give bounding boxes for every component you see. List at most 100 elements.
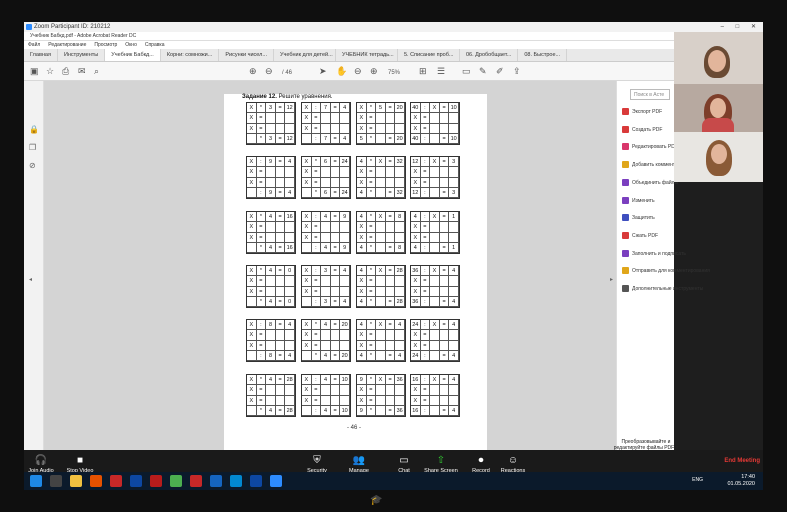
equation-cell[interactable]: 4 xyxy=(321,350,331,361)
equation-cell[interactable]: 4 xyxy=(449,350,459,361)
sign-icon[interactable]: ✐ xyxy=(496,66,504,76)
stop-video-button[interactable]: ■ Stop Video xyxy=(55,454,105,474)
equation-cell[interactable]: 4 xyxy=(266,242,276,253)
equation-cell[interactable]: 12 xyxy=(285,133,295,144)
equation-cell[interactable] xyxy=(275,340,286,351)
equation-cell[interactable]: 9 xyxy=(340,242,350,253)
equation-cell[interactable]: = xyxy=(420,222,431,233)
equation-cell[interactable] xyxy=(439,177,450,188)
equation-cell[interactable]: = xyxy=(275,103,286,114)
equation-cell[interactable]: = xyxy=(385,350,396,361)
equation-cell[interactable]: * xyxy=(256,133,267,144)
equation-cell[interactable]: 5 xyxy=(357,133,367,144)
equation-cell[interactable]: = xyxy=(420,276,431,287)
equation-cell[interactable]: : xyxy=(420,242,431,253)
equation-cell[interactable]: 20 xyxy=(395,133,405,144)
equation-cell[interactable] xyxy=(385,340,396,351)
equation-cell[interactable]: = xyxy=(420,330,431,341)
equation-cell[interactable]: = xyxy=(256,232,267,243)
equation-cell[interactable]: = xyxy=(439,103,450,114)
equation-cell[interactable]: 4 xyxy=(266,212,276,223)
equation-cell[interactable]: X xyxy=(411,276,421,287)
equation-cell[interactable]: X xyxy=(430,320,440,331)
equation-cell[interactable]: = xyxy=(366,385,377,396)
equation-cell[interactable]: 4 xyxy=(340,103,350,114)
equation-cell[interactable]: = xyxy=(275,133,286,144)
scroll-icon[interactable]: ☰ xyxy=(437,66,445,76)
equation-cell[interactable]: = xyxy=(311,177,322,188)
equation-cell[interactable]: = xyxy=(256,222,267,233)
equation-cell[interactable]: = xyxy=(366,276,377,287)
equation-cell[interactable]: * xyxy=(366,103,377,114)
equation-cell[interactable] xyxy=(449,232,459,243)
equation-cell[interactable] xyxy=(340,232,350,243)
equation-cell[interactable]: = xyxy=(366,222,377,233)
taskbar-app-icon[interactable] xyxy=(170,475,182,487)
equation-cell[interactable] xyxy=(430,187,440,198)
equation-cell[interactable]: * xyxy=(256,212,267,223)
equation-cell[interactable]: X xyxy=(411,167,421,178)
equation-cell[interactable] xyxy=(330,286,341,297)
equation-cell[interactable]: X xyxy=(247,157,257,168)
equation-cell[interactable] xyxy=(330,113,341,124)
equation-cell[interactable]: = xyxy=(256,123,267,134)
equation-cell[interactable]: = xyxy=(439,296,450,307)
equation-cell[interactable] xyxy=(266,330,276,341)
equation-cell[interactable] xyxy=(449,113,459,124)
equation-cell[interactable]: 4 xyxy=(285,187,295,198)
equation-cell[interactable]: = xyxy=(256,395,267,406)
equation-cell[interactable] xyxy=(385,286,396,297)
equation-cell[interactable]: = xyxy=(256,276,267,287)
equation-cell[interactable] xyxy=(449,286,459,297)
equation-cell[interactable]: 8 xyxy=(266,350,276,361)
equation-cell[interactable]: X xyxy=(411,113,421,124)
equation-cell[interactable]: = xyxy=(311,113,322,124)
tab-4[interactable]: Рисунки чисел... xyxy=(219,49,274,61)
equation-cell[interactable]: 3 xyxy=(321,296,331,307)
menu-item[interactable]: Просмотр xyxy=(94,42,117,48)
equation-cell[interactable]: 28 xyxy=(395,266,405,277)
equation-cell[interactable]: = xyxy=(420,167,431,178)
reactions-button[interactable]: ☺ Reactions xyxy=(488,454,538,474)
equation-cell[interactable]: X xyxy=(302,177,312,188)
equation-cell[interactable] xyxy=(439,167,450,178)
equation-cell[interactable]: X xyxy=(357,330,367,341)
equation-cell[interactable] xyxy=(376,286,386,297)
star-icon[interactable]: ☆ xyxy=(46,66,54,76)
equation-cell[interactable]: 20 xyxy=(340,320,350,331)
equation-cell[interactable]: = xyxy=(439,187,450,198)
equation-cell[interactable] xyxy=(285,286,295,297)
equation-cell[interactable]: 4 xyxy=(449,296,459,307)
equation-cell[interactable]: 4 xyxy=(266,375,276,386)
equation-cell[interactable] xyxy=(266,385,276,396)
equation-cell[interactable]: 4 xyxy=(321,242,331,253)
equation-cell[interactable] xyxy=(376,395,386,406)
equation-cell[interactable] xyxy=(330,276,341,287)
equation-cell[interactable]: = xyxy=(366,232,377,243)
equation-cell[interactable]: 4 xyxy=(340,266,350,277)
collapse-left-icon[interactable]: ◂ xyxy=(29,276,32,283)
equation-cell[interactable] xyxy=(302,296,312,307)
equation-cell[interactable]: 4 xyxy=(321,405,331,416)
tab-7[interactable]: 5. Списание проб... xyxy=(398,49,460,61)
equation-cell[interactable]: X xyxy=(302,157,312,168)
equation-cell[interactable]: = xyxy=(366,395,377,406)
equation-cell[interactable]: 4 xyxy=(266,405,276,416)
equation-cell[interactable] xyxy=(266,286,276,297)
equation-cell[interactable]: X xyxy=(357,167,367,178)
equation-cell[interactable] xyxy=(449,330,459,341)
equation-cell[interactable]: 4 xyxy=(266,296,276,307)
equation-cell[interactable]: = xyxy=(366,340,377,351)
equation-cell[interactable]: = xyxy=(275,266,286,277)
equation-cell[interactable]: X xyxy=(302,375,312,386)
tab-8[interactable]: 06. Дробобщает... xyxy=(460,49,519,61)
equation-cell[interactable] xyxy=(340,286,350,297)
equation-cell[interactable]: = xyxy=(275,157,286,168)
equation-cell[interactable]: 4 xyxy=(357,212,367,223)
equation-cell[interactable] xyxy=(395,167,405,178)
zoom-in-icon[interactable]: ⊕ xyxy=(370,66,378,76)
equation-cell[interactable] xyxy=(321,395,331,406)
cursor-icon[interactable]: ➤ xyxy=(319,66,327,76)
equation-cell[interactable]: 4 xyxy=(449,405,459,416)
equation-cell[interactable]: = xyxy=(385,212,396,223)
